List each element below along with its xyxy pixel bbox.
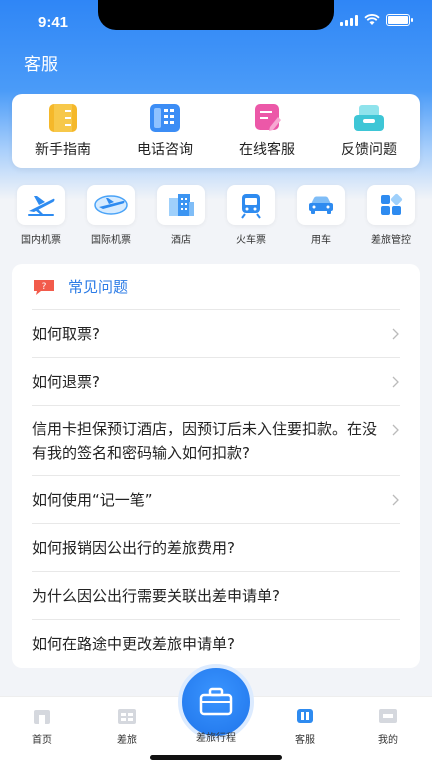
service-hotel[interactable]: 酒店 (152, 185, 210, 246)
service-tile (227, 185, 275, 225)
plane-icon (28, 196, 55, 216)
trip-itinerary-label: 差旅行程 (196, 733, 236, 744)
faq-question: 为什么因公出行需要关联出差申请单? (32, 586, 280, 605)
travel-icon (118, 709, 136, 724)
svg-text:?: ? (42, 282, 47, 292)
tab-label: 差旅 (117, 735, 137, 746)
faq-item[interactable]: 如何取票? (32, 310, 400, 358)
chat-icon (255, 104, 281, 131)
tab-label: 客服 (295, 735, 315, 746)
service-international-flight[interactable]: 国际机票 (82, 185, 140, 246)
faq-card: ? 常见问题 如何取票? 如何退票? 信用卡担保预订酒店，因预订后未入住要扣款。… (12, 264, 420, 668)
tab-travel[interactable]: 差旅 (97, 705, 157, 746)
globe-plane-icon (94, 195, 128, 215)
service-train[interactable]: 火车票 (222, 185, 280, 246)
faq-question: 如何使用“记一笔” (32, 490, 153, 509)
guide-icon (49, 104, 77, 132)
faq-item[interactable]: 如何使用“记一笔” (32, 476, 400, 524)
service-label: 国内机票 (21, 235, 61, 246)
faq-header: ? 常见问题 (32, 264, 400, 310)
home-indicator (150, 755, 282, 760)
chevron-right-icon (392, 328, 399, 339)
service-car[interactable]: 用车 (292, 185, 350, 246)
service-categories: 国内机票 国际机票 酒店 火车票 用车 差旅管控 (12, 185, 420, 246)
faq-item[interactable]: 如何退票? (32, 358, 400, 406)
status-icons (340, 14, 413, 26)
faq-title: 常见问题 (68, 278, 129, 296)
hotel-icon (169, 194, 194, 216)
quick-action-feedback[interactable]: 反馈问题 (324, 103, 414, 159)
faq-question: 信用卡担保预订酒店，因预订后未入住要扣款。在没有我的签名和密码输入如何扣款? (32, 419, 378, 462)
faq-question: 如何报销因公出行的差旅费用? (32, 538, 235, 557)
service-label: 用车 (311, 235, 331, 246)
service-domestic-flight[interactable]: 国内机票 (12, 185, 70, 246)
home-icon (34, 710, 50, 724)
tab-label: 我的 (378, 735, 398, 746)
service-label: 国际机票 (91, 235, 131, 246)
train-icon (241, 194, 261, 219)
tab-mine[interactable]: 我的 (358, 705, 418, 746)
quick-action-label: 反馈问题 (341, 142, 397, 158)
service-tile (367, 185, 415, 225)
service-icon (297, 709, 313, 723)
quick-actions-card: 新手指南 电话咨询 在线客服 反馈问题 (12, 94, 420, 168)
tab-home[interactable]: 首页 (12, 705, 72, 746)
faq-question: 如何在路途中更改差旅申请单? (32, 635, 235, 653)
chevron-right-icon (392, 494, 399, 505)
quick-action-label: 在线客服 (239, 142, 295, 158)
car-icon (309, 196, 333, 214)
page-title: 客服 (24, 55, 58, 75)
device-notch (98, 0, 334, 30)
status-time: 9:41 (38, 14, 69, 31)
tab-service[interactable]: 客服 (275, 705, 335, 746)
chevron-right-icon (392, 376, 399, 387)
faq-item[interactable]: 如何在路途中更改差旅申请单? (32, 620, 400, 668)
briefcase-icon (199, 687, 233, 716)
service-travel-control[interactable]: 差旅管控 (362, 185, 420, 246)
quick-action-online-service[interactable]: 在线客服 (222, 103, 312, 159)
question-bubble-icon: ? (34, 279, 54, 295)
feedback-icon (354, 105, 384, 131)
service-tile (297, 185, 345, 225)
signal-icon (340, 14, 358, 26)
faq-question: 如何退票? (32, 372, 100, 391)
service-label: 差旅管控 (371, 235, 411, 246)
quick-action-phone[interactable]: 电话咨询 (120, 103, 210, 159)
service-tile (157, 185, 205, 225)
tab-label: 首页 (32, 735, 52, 746)
service-label: 火车票 (236, 235, 266, 246)
chevron-right-icon (392, 424, 399, 436)
quick-action-label: 新手指南 (35, 142, 91, 158)
phone-icon (150, 104, 180, 132)
grid-icon (381, 193, 403, 215)
service-tile (87, 185, 135, 225)
status-bar: 9:41 (0, 0, 432, 44)
faq-item[interactable]: 信用卡担保预订酒店，因预订后未入住要扣款。在没有我的签名和密码输入如何扣款? (32, 406, 400, 476)
faq-item[interactable]: 如何报销因公出行的差旅费用? (32, 524, 400, 572)
battery-icon (386, 14, 413, 26)
wifi-icon (364, 14, 380, 25)
service-tile (17, 185, 65, 225)
faq-question: 如何取票? (32, 324, 100, 343)
profile-icon (379, 709, 397, 723)
faq-item[interactable]: 为什么因公出行需要关联出差申请单? (32, 572, 400, 620)
quick-action-guide[interactable]: 新手指南 (18, 103, 108, 159)
service-label: 酒店 (171, 235, 191, 246)
quick-action-label: 电话咨询 (137, 142, 193, 158)
